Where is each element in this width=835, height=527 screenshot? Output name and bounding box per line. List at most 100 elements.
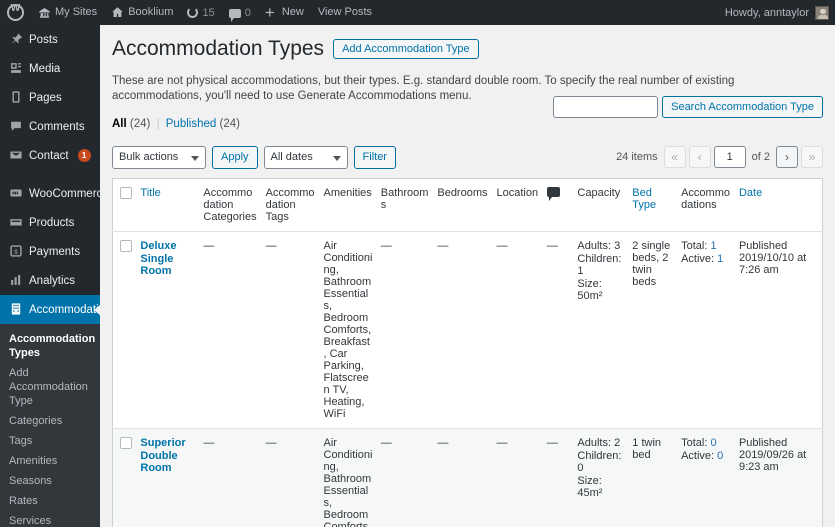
- row-title-link[interactable]: Deluxe Single Room: [140, 240, 195, 278]
- site-name-label: Booklium: [128, 6, 174, 18]
- filter-button[interactable]: Filter: [353, 145, 396, 169]
- row-title-link[interactable]: Superior Double Room: [140, 437, 195, 475]
- sidebar-item-analytics[interactable]: Analytics: [0, 266, 100, 295]
- first-page-button[interactable]: «: [663, 146, 686, 168]
- current-page-input[interactable]: 1: [713, 146, 746, 168]
- sidebar-item-products[interactable]: Products: [0, 208, 100, 237]
- cell-accommodations: Total: 1 Active: 1: [677, 231, 735, 429]
- select-all-checkbox[interactable]: [120, 187, 132, 199]
- sidebar-item-label: Analytics: [29, 274, 76, 287]
- my-sites-menu[interactable]: My Sites: [31, 0, 104, 25]
- row-select-cell[interactable]: [112, 428, 137, 527]
- sidebar-item-comments[interactable]: Comments: [0, 112, 100, 141]
- row-checkbox[interactable]: [120, 240, 132, 252]
- submenu-item-tags[interactable]: Tags: [0, 431, 100, 451]
- active-value[interactable]: 1: [717, 253, 723, 265]
- home-icon: [111, 6, 124, 19]
- submenu-item-accommodation-types[interactable]: Accommodation Types: [0, 329, 100, 363]
- active-value[interactable]: 0: [717, 450, 723, 462]
- submenu-item-seasons[interactable]: Seasons: [0, 471, 100, 491]
- next-page-button[interactable]: ›: [776, 146, 798, 168]
- woocommerce-icon: [8, 186, 23, 201]
- header-comments[interactable]: [542, 178, 574, 232]
- post-status: Published: [738, 240, 788, 252]
- cell-bed-type[interactable]: 1 twin bed: [628, 428, 678, 527]
- sidebar-item-woocommerce[interactable]: WooCommerce: [0, 179, 100, 208]
- sidebar-item-posts[interactable]: Posts: [0, 25, 100, 54]
- table-row: Superior Double Room — — Air Conditionin…: [112, 428, 823, 527]
- sidebar-item-label: Products: [29, 216, 75, 229]
- search-box: Search Accommodation Type: [553, 96, 823, 118]
- header-accommodation-tags: Accommo dation Tags: [261, 178, 320, 232]
- wordpress-logo-icon: [7, 3, 24, 21]
- howdy-label: Howdy, anntaylor: [724, 6, 809, 19]
- view-published-link[interactable]: Published: [166, 118, 217, 130]
- submenu-item-rates[interactable]: Rates: [0, 491, 100, 511]
- prev-page-button[interactable]: ‹: [688, 146, 711, 168]
- sidebar-item-label: WooCommerce: [29, 187, 100, 200]
- site-name-menu[interactable]: Booklium: [104, 0, 180, 25]
- pagination: 24 items « ‹ 1 of 2 › »: [616, 146, 823, 168]
- submenu-item-amenities[interactable]: Amenities: [0, 451, 100, 471]
- sidebar-item-media[interactable]: Media: [0, 54, 100, 83]
- cell-amenities[interactable]: Air Conditioning, Bathroom Essentials, B…: [319, 428, 377, 527]
- total-pages-label: of 2: [751, 151, 770, 163]
- comment-icon: [546, 187, 560, 201]
- header-accommodations: Accommo dations: [677, 178, 735, 232]
- submenu-item-services[interactable]: Services: [0, 511, 100, 527]
- capacity-size: Size: 50m²: [577, 277, 603, 303]
- view-posts-link[interactable]: View Posts: [311, 0, 379, 25]
- cell-tags: —: [261, 428, 320, 527]
- submenu-item-categories[interactable]: Categories: [0, 411, 100, 431]
- mail-icon: [8, 148, 23, 163]
- date-filter-select[interactable]: All dates: [263, 145, 348, 169]
- svg-text:$: $: [14, 249, 18, 256]
- last-page-button[interactable]: »: [801, 146, 823, 168]
- accommodations-active: Active: 1: [681, 253, 731, 266]
- accommodations-total: Total: 0: [681, 437, 731, 450]
- accommodations-active: Active: 0: [681, 450, 731, 463]
- view-all-link[interactable]: All: [112, 118, 127, 130]
- select-all-header[interactable]: [112, 178, 137, 232]
- admin-bar: My Sites Booklium 15 0 New View Posts Ho…: [0, 0, 835, 25]
- search-submit-button[interactable]: Search Accommodation Type: [662, 96, 823, 118]
- wordpress-logo-button[interactable]: [0, 0, 31, 25]
- header-title[interactable]: Title: [136, 178, 200, 232]
- account-menu[interactable]: Howdy, anntaylor: [724, 5, 835, 20]
- page-title: Accommodation Types: [112, 37, 325, 60]
- plus-icon: [265, 6, 278, 19]
- comments-bubble-button[interactable]: 0: [222, 0, 258, 25]
- total-label: Total:: [681, 240, 708, 252]
- accommodations-total: Total: 1: [681, 240, 731, 253]
- row-checkbox[interactable]: [120, 437, 132, 449]
- bulk-actions-select[interactable]: Bulk actions: [112, 145, 206, 169]
- row-select-cell[interactable]: [112, 231, 137, 429]
- sidebar-item-accommodation[interactable]: Accommodation: [0, 295, 100, 324]
- header-bed-type[interactable]: Bed Type: [628, 178, 678, 232]
- header-date[interactable]: Date: [734, 178, 823, 232]
- building-icon: [8, 302, 23, 317]
- total-value[interactable]: 0: [710, 437, 716, 449]
- cell-location: —: [492, 231, 543, 429]
- sidebar-item-payments[interactable]: $ Payments: [0, 237, 100, 266]
- search-input[interactable]: [553, 96, 659, 118]
- capacity-adults: Adults: 3: [577, 240, 621, 252]
- updates-button[interactable]: 15: [180, 0, 221, 25]
- add-accommodation-type-button[interactable]: Add Accommodation Type: [333, 39, 479, 59]
- submenu-item-add-accommodation-type[interactable]: Add Accommodation Type: [0, 363, 100, 411]
- view-posts-label: View Posts: [317, 6, 373, 18]
- admin-sidebar: Posts Media Pages Comments Contact 1 Woo…: [0, 25, 100, 527]
- total-value[interactable]: 1: [710, 240, 716, 252]
- active-label: Active:: [681, 252, 715, 265]
- cell-bed-type[interactable]: 2 single beds, 2 twin beds: [628, 231, 678, 429]
- comment-icon: [228, 9, 241, 22]
- main-content: Accommodation Types Add Accommodation Ty…: [100, 25, 835, 527]
- cell-title: Superior Double Room: [136, 428, 200, 527]
- sidebar-item-contact[interactable]: Contact 1: [0, 141, 100, 170]
- my-sites-icon: [38, 6, 51, 19]
- apply-button[interactable]: Apply: [212, 145, 258, 169]
- cell-amenities[interactable]: Air Conditioning, Bathroom Essentials, B…: [319, 231, 377, 429]
- new-content-menu[interactable]: New: [258, 0, 311, 25]
- view-published-count: (24): [219, 118, 240, 130]
- sidebar-item-pages[interactable]: Pages: [0, 83, 100, 112]
